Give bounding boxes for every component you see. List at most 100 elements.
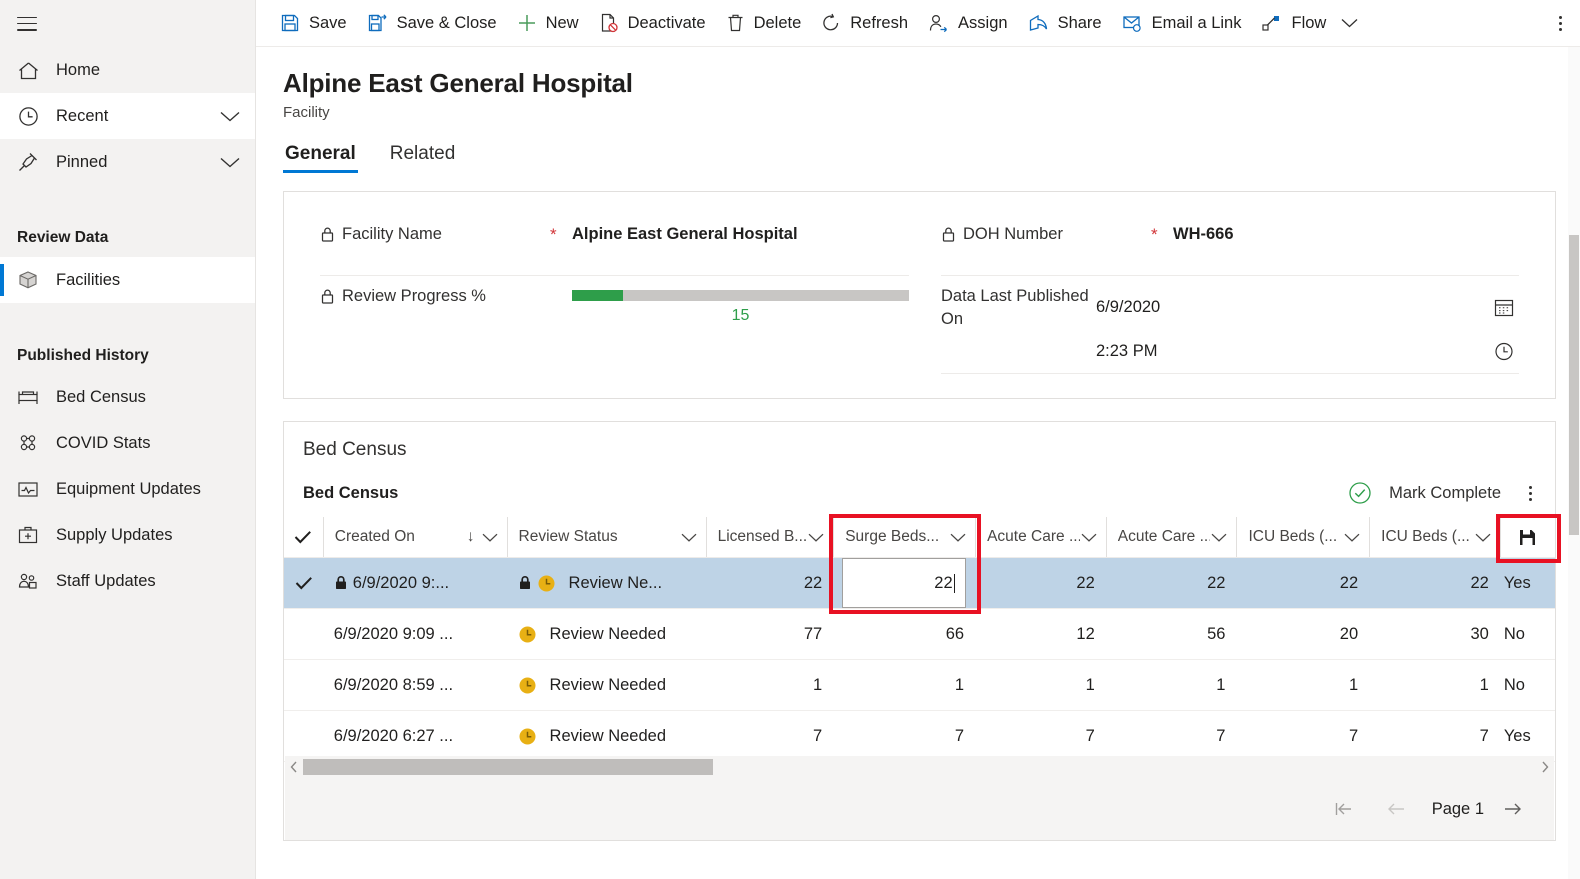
- page-next-button[interactable]: [1494, 789, 1532, 829]
- cell-surge-beds[interactable]: 7: [833, 710, 976, 762]
- column-review-status[interactable]: Review Status: [506, 517, 706, 558]
- table-row[interactable]: 6/9/2020 8:59 ... Review Needed 1 1 1 1 …: [284, 659, 1555, 711]
- column-save-action[interactable]: [1499, 517, 1555, 558]
- row-select-checkbox[interactable]: [284, 659, 323, 711]
- cell-icu-beds-2[interactable]: 30: [1369, 608, 1500, 660]
- sidebar-item-equipment-updates[interactable]: Equipment Updates: [0, 466, 255, 512]
- subgrid-horizontal-scrollbar[interactable]: [285, 756, 1554, 778]
- cell-created-on[interactable]: 6/9/2020 9:09 ...: [322, 608, 507, 660]
- cell-review-status[interactable]: Review Ne...: [506, 557, 706, 609]
- cell-licensed-beds[interactable]: 77: [705, 608, 834, 660]
- cell-trailing-flag[interactable]: Yes: [1499, 710, 1555, 762]
- column-created-on[interactable]: Created On ↓: [322, 517, 507, 558]
- chevron-down-icon[interactable]: [219, 110, 241, 123]
- chevron-down-icon[interactable]: [1340, 17, 1359, 29]
- chevron-down-icon[interactable]: [680, 532, 698, 543]
- sidebar-item-bed-census[interactable]: Bed Census: [0, 374, 255, 420]
- sidebar-item-facilities[interactable]: Facilities: [0, 257, 255, 303]
- save-icon[interactable]: [1518, 528, 1537, 547]
- deactivate-button[interactable]: Deactivate: [589, 0, 716, 46]
- cell-created-on[interactable]: 6/9/2020 8:59 ...: [322, 659, 507, 711]
- chevron-down-icon[interactable]: [481, 532, 499, 543]
- row-select-checkbox[interactable]: [284, 557, 323, 609]
- cell-icu-beds-1[interactable]: 1: [1236, 659, 1370, 711]
- cell-licensed-beds[interactable]: 7: [705, 710, 834, 762]
- page-prev-button[interactable]: [1370, 789, 1422, 829]
- cell-acute-care-1[interactable]: 1: [975, 659, 1106, 711]
- scroll-left-arrow-icon[interactable]: [285, 761, 303, 773]
- tab-related[interactable]: Related: [388, 143, 458, 173]
- chevron-down-icon[interactable]: [1343, 532, 1361, 543]
- page-vertical-scrollbar[interactable]: [1568, 47, 1580, 879]
- cell-surge-beds[interactable]: 1: [833, 659, 976, 711]
- new-button[interactable]: New: [507, 0, 589, 46]
- cell-licensed-beds[interactable]: 1: [705, 659, 834, 711]
- row-select-checkbox[interactable]: [284, 608, 323, 660]
- hamburger-menu-button[interactable]: [0, 0, 255, 47]
- refresh-button[interactable]: Refresh: [811, 0, 918, 46]
- cell-acute-care-2[interactable]: 22: [1105, 557, 1237, 609]
- cell-acute-care-2[interactable]: 56: [1105, 608, 1237, 660]
- column-surge-beds[interactable]: Surge Beds...: [833, 517, 976, 558]
- cell-icu-beds-1[interactable]: 20: [1236, 608, 1370, 660]
- cell-acute-care-1[interactable]: 7: [975, 710, 1106, 762]
- cell-acute-care-2[interactable]: 1: [1105, 659, 1237, 711]
- tab-general[interactable]: General: [283, 143, 358, 173]
- flow-button[interactable]: Flow: [1251, 0, 1369, 46]
- cell-review-status[interactable]: Review Needed: [506, 710, 706, 762]
- cell-trailing-flag[interactable]: Yes: [1499, 557, 1555, 609]
- scrollbar-track[interactable]: [303, 756, 1536, 778]
- cell-review-status[interactable]: Review Needed: [506, 659, 706, 711]
- delete-button[interactable]: Delete: [716, 0, 812, 46]
- cell-acute-care-2[interactable]: 7: [1105, 710, 1237, 762]
- calendar-icon[interactable]: [1493, 297, 1515, 318]
- chevron-down-icon[interactable]: [807, 532, 825, 543]
- table-row[interactable]: 6/9/2020 9:... Review Ne... 22 22 22 22 …: [284, 557, 1555, 609]
- mark-complete-button[interactable]: Mark Complete: [1348, 481, 1501, 505]
- save-button[interactable]: Save: [270, 0, 357, 46]
- assign-button[interactable]: Assign: [918, 0, 1018, 46]
- cell-created-on[interactable]: 6/9/2020 9:...: [322, 557, 507, 609]
- cell-licensed-beds[interactable]: 22: [705, 557, 834, 609]
- chevron-down-icon[interactable]: [1080, 532, 1098, 543]
- sidebar-item-pinned[interactable]: Pinned: [0, 139, 255, 185]
- cell-trailing-flag[interactable]: No: [1499, 659, 1555, 711]
- column-icu-beds-1[interactable]: ICU Beds (...: [1236, 517, 1370, 558]
- surge-beds-input[interactable]: 22: [842, 558, 967, 608]
- cell-acute-care-1[interactable]: 12: [975, 608, 1106, 660]
- cell-review-status[interactable]: Review Needed: [506, 608, 706, 660]
- doh-number-value[interactable]: WH-666: [1173, 221, 1519, 244]
- cell-icu-beds-1[interactable]: 22: [1236, 557, 1370, 609]
- page-first-button[interactable]: [1318, 789, 1370, 829]
- table-row[interactable]: 6/9/2020 6:27 ... Review Needed 7 7 7 7 …: [284, 710, 1555, 762]
- subgrid-more-commands-button[interactable]: [1529, 485, 1532, 501]
- scrollbar-thumb[interactable]: [303, 759, 713, 775]
- cell-trailing-flag[interactable]: No: [1499, 608, 1555, 660]
- cell-icu-beds-1[interactable]: 7: [1236, 710, 1370, 762]
- published-time-value[interactable]: 2:23 PM: [1096, 342, 1493, 361]
- column-acute-care-1[interactable]: Acute Care ...: [975, 517, 1106, 558]
- cell-acute-care-1[interactable]: 22: [975, 557, 1106, 609]
- row-select-checkbox[interactable]: [284, 710, 323, 762]
- chevron-down-icon[interactable]: [1210, 532, 1228, 543]
- sidebar-item-staff-updates[interactable]: Staff Updates: [0, 558, 255, 604]
- sidebar-item-home[interactable]: Home: [0, 47, 255, 93]
- cell-icu-beds-2[interactable]: 22: [1369, 557, 1500, 609]
- cell-surge-beds[interactable]: 66: [833, 608, 976, 660]
- facility-name-value[interactable]: Alpine East General Hospital: [572, 221, 909, 244]
- scroll-right-arrow-icon[interactable]: [1536, 761, 1554, 773]
- column-select-all[interactable]: [284, 517, 323, 558]
- published-date-value[interactable]: 6/9/2020: [1096, 298, 1493, 317]
- table-row[interactable]: 6/9/2020 9:09 ... Review Needed 77 66 12…: [284, 608, 1555, 660]
- cell-icu-beds-2[interactable]: 1: [1369, 659, 1500, 711]
- sidebar-item-covid-stats[interactable]: COVID Stats: [0, 420, 255, 466]
- column-icu-beds-2[interactable]: ICU Beds (...: [1369, 517, 1500, 558]
- vertical-scrollbar-thumb[interactable]: [1569, 235, 1579, 535]
- cell-icu-beds-2[interactable]: 7: [1369, 710, 1500, 762]
- cell-created-on[interactable]: 6/9/2020 6:27 ...: [322, 710, 507, 762]
- sidebar-item-recent[interactable]: Recent: [0, 93, 255, 139]
- chevron-down-icon[interactable]: [949, 532, 967, 543]
- email-a-link-button[interactable]: Email a Link: [1112, 0, 1252, 46]
- chevron-down-icon[interactable]: [1474, 532, 1492, 543]
- chevron-down-icon[interactable]: [219, 156, 241, 169]
